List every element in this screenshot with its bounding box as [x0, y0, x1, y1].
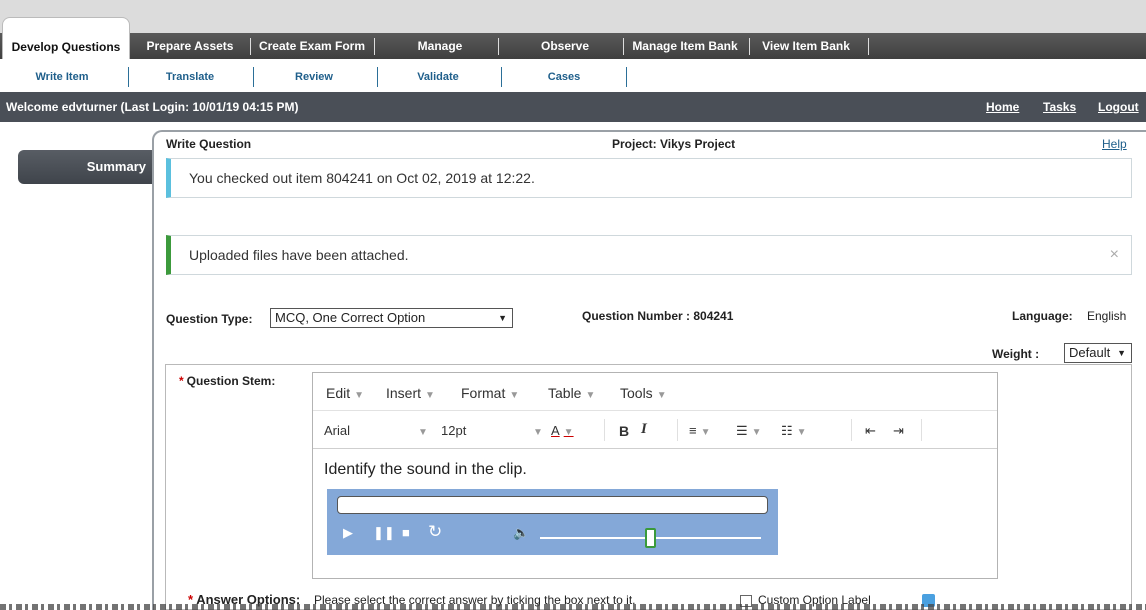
- question-type-label: Question Type:: [166, 312, 253, 326]
- italic-button[interactable]: I: [641, 421, 647, 438]
- editor-content-text[interactable]: Identify the sound in the clip.: [324, 461, 527, 479]
- tab-develop-questions[interactable]: Develop Questions: [2, 17, 130, 59]
- project-name: Project: Vikys Project: [612, 137, 736, 151]
- subtab-divider: [253, 67, 254, 87]
- menu-edit[interactable]: Edit ▼: [326, 385, 364, 401]
- tab-prepare-assets[interactable]: Prepare Assets: [138, 33, 242, 59]
- checkout-alert: You checked out item 804241 on Oct 02, 2…: [166, 158, 1132, 198]
- subtab-validate[interactable]: Validate: [394, 69, 482, 85]
- tab-divider: [250, 38, 251, 55]
- tab-divider: [498, 38, 499, 55]
- tab-divider: [623, 38, 624, 55]
- subtab-divider: [128, 67, 129, 87]
- align-left-icon[interactable]: ≡ ▼: [689, 423, 711, 438]
- menu-tools[interactable]: Tools ▼: [620, 385, 667, 401]
- scribble-artifact: [0, 604, 1146, 610]
- tab-divider: [374, 38, 375, 55]
- menu-table[interactable]: Table ▼: [548, 385, 595, 401]
- outdent-icon[interactable]: ⇤: [865, 423, 876, 439]
- font-family-caret-icon[interactable]: ▼: [414, 423, 428, 438]
- tab-manage-item-bank[interactable]: Manage Item Bank: [626, 33, 744, 59]
- sub-nav-tabs: Write Item Translate Review Validate Cas…: [0, 59, 1146, 92]
- language-label: Language:: [1012, 309, 1073, 323]
- volume-slider-handle[interactable]: [645, 528, 656, 548]
- logout-link[interactable]: Logout: [1098, 92, 1139, 122]
- upload-success-alert: Uploaded files have been attached. ×: [166, 235, 1132, 275]
- toolbar-divider: [677, 419, 678, 441]
- subtab-divider: [377, 67, 378, 87]
- question-type-select[interactable]: MCQ, One Correct Option ▼: [270, 308, 513, 328]
- tasks-link[interactable]: Tasks: [1043, 92, 1076, 122]
- audio-player: ▶ ❚❚ ■ ↻ 🔈: [327, 489, 778, 555]
- font-size-caret-icon[interactable]: ▼: [529, 423, 543, 438]
- welcome-bar: Welcome edvturner (Last Login: 10/01/19 …: [0, 92, 1146, 122]
- text-color-button[interactable]: A ▼: [551, 423, 574, 438]
- audio-progress-bar[interactable]: [337, 496, 768, 514]
- toolbar-divider: [851, 419, 852, 441]
- tab-create-exam-form[interactable]: Create Exam Form: [253, 33, 371, 59]
- question-type-value: MCQ, One Correct Option: [275, 310, 426, 325]
- menu-format[interactable]: Format ▼: [461, 385, 519, 401]
- menu-insert[interactable]: Insert ▼: [386, 385, 435, 401]
- pause-icon[interactable]: ❚❚: [373, 525, 395, 541]
- dropdown-arrow-icon: ▼: [1117, 348, 1126, 358]
- upload-alert-text: Uploaded files have been attached.: [189, 247, 409, 263]
- tab-observe[interactable]: Observe: [515, 33, 615, 59]
- weight-select[interactable]: Default ▼: [1064, 343, 1132, 363]
- question-number: Question Number : 804241: [582, 309, 734, 323]
- editor-menubar: Edit ▼ Insert ▼ Format ▼ Table ▼ Tools ▼: [313, 373, 997, 411]
- subtab-write-item[interactable]: Write Item: [18, 69, 106, 85]
- font-family-select[interactable]: Arial: [324, 423, 350, 438]
- indent-icon[interactable]: ⇥: [893, 423, 904, 439]
- volume-icon[interactable]: 🔈: [513, 525, 529, 541]
- weight-value: Default: [1069, 345, 1111, 360]
- stop-icon[interactable]: ■: [402, 525, 410, 540]
- weight-label: Weight :: [992, 347, 1040, 361]
- close-icon[interactable]: ×: [1110, 236, 1119, 274]
- tab-divider: [749, 38, 750, 55]
- numbered-list-icon[interactable]: ☷ ▼: [781, 423, 807, 439]
- language-value: English: [1087, 309, 1127, 323]
- rich-text-editor[interactable]: Edit ▼ Insert ▼ Format ▼ Table ▼ Tools ▼ Aria…: [312, 372, 998, 579]
- main-nav-tabs: Develop Questions Prepare Assets Create …: [0, 17, 1146, 59]
- checkout-alert-text: You checked out item 804241 on Oct 02, 2…: [189, 170, 535, 186]
- toolbar-divider: [604, 419, 605, 441]
- subtab-divider: [626, 67, 627, 87]
- help-link[interactable]: Help: [1102, 137, 1127, 151]
- subtab-cases[interactable]: Cases: [520, 69, 608, 85]
- tab-view-item-bank[interactable]: View Item Bank: [752, 33, 860, 59]
- top-strip: [0, 0, 1146, 33]
- play-icon[interactable]: ▶: [343, 525, 353, 541]
- subtab-translate[interactable]: Translate: [146, 69, 234, 85]
- tab-divider: [868, 38, 869, 55]
- required-marker: *: [179, 374, 184, 388]
- bullet-list-icon[interactable]: ☰ ▼: [736, 423, 762, 439]
- bold-button[interactable]: B: [619, 423, 629, 439]
- dropdown-arrow-icon: ▼: [498, 313, 507, 323]
- page-title: Write Question: [166, 137, 252, 151]
- welcome-message: Welcome edvturner (Last Login: 10/01/19 …: [6, 100, 299, 114]
- replay-icon[interactable]: ↻: [428, 522, 442, 542]
- summary-tab[interactable]: Summary: [18, 150, 152, 184]
- toolbar-divider: [921, 419, 922, 441]
- tab-manage[interactable]: Manage: [390, 33, 490, 59]
- stem-label-text: Question Stem:: [186, 374, 276, 388]
- subtab-review[interactable]: Review: [270, 69, 358, 85]
- question-stem-label: * Question Stem:: [179, 374, 275, 388]
- font-size-select[interactable]: 12pt: [441, 423, 466, 438]
- subtab-divider: [501, 67, 502, 87]
- editor-toolbar: Arial ▼ 12pt ▼ A ▼ B I ≡ ▼ ☰ ▼ ☷ ▼ ⇤ ⇥: [313, 411, 997, 449]
- home-link[interactable]: Home: [986, 92, 1019, 122]
